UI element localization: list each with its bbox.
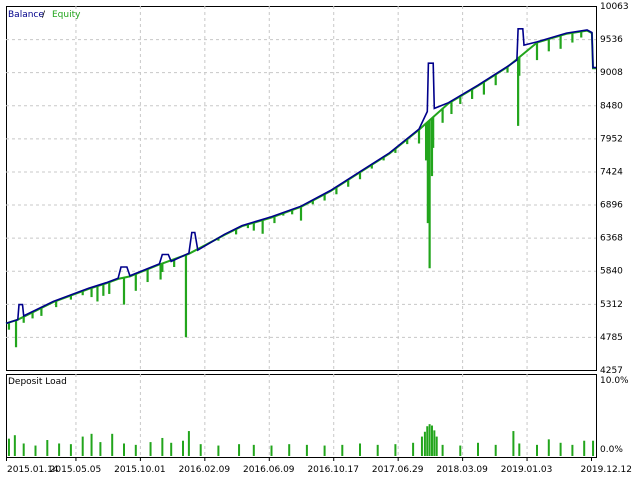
x-tick-label: 2017.06.29 (372, 465, 424, 475)
legend-equity: Equity (52, 10, 81, 20)
deposit-load-bar (441, 444, 444, 456)
x-tick-label: 2018.03.09 (436, 465, 488, 475)
deposit-load-bar (559, 442, 562, 456)
deposit-load-bar (423, 431, 426, 456)
deposit-load-bar (58, 443, 61, 456)
deposit-load-bar (376, 444, 379, 456)
y-tick-label: 9536 (600, 35, 623, 45)
deposit-load-bar (149, 442, 152, 456)
deposit-load-bar (394, 444, 397, 456)
deposit-load-bar (435, 436, 438, 456)
deposit-load-bar (341, 444, 344, 456)
y-tick-label: 4785 (600, 333, 623, 343)
deposit-load-bar (46, 440, 49, 456)
deposit-load-bar (13, 435, 16, 456)
legend-separator: / (42, 10, 46, 20)
deposit-load-bar (170, 442, 173, 456)
deposit-load-bar (420, 436, 423, 456)
y-tick-label: 8480 (600, 101, 623, 111)
legend-balance: Balance (8, 10, 44, 20)
x-tick-label: 2015.05.05 (50, 465, 102, 475)
deposit-load-bar (90, 433, 93, 456)
deposit-load-bar (34, 445, 37, 456)
deposit-load-bar (547, 439, 550, 456)
deposit-load-bar (518, 443, 521, 456)
deposit-load-bar (123, 443, 125, 456)
deposit-load-bar (134, 444, 137, 456)
deposit-load-bar (433, 430, 436, 456)
deposit-load-bar (270, 445, 273, 456)
deposit-load-bar (22, 443, 25, 456)
y-tick-label: 5312 (600, 300, 623, 310)
y-tick-label: 7952 (600, 134, 623, 144)
deposit-load-bar (69, 444, 72, 456)
deposit-load-bar (583, 440, 586, 456)
balance-equity-chart: 10063 9536 9008 8480 7952 7424 6896 6368 5840 531… (5, 2, 632, 475)
deposit-load-bar (512, 431, 515, 456)
y-tick-label: 4257 (600, 366, 623, 376)
deposit-load-bar (252, 444, 255, 456)
y-tick-label: 10063 (600, 2, 629, 12)
x-tick-label: 2016.06.09 (243, 465, 295, 475)
deposit-load-bar (477, 442, 479, 456)
x-tick-label: 2019.01.03 (501, 465, 553, 475)
deposit-load-bar (161, 437, 164, 456)
y-tick-label: 7424 (600, 167, 623, 177)
deposit-load-bar (217, 445, 220, 456)
deposit-load-frame (6, 374, 597, 458)
equity-line (5, 29, 596, 325)
x-tick-label: 2015.10.01 (114, 465, 166, 475)
deposit-load-bar (592, 440, 595, 456)
deposit-load-bar (238, 444, 241, 456)
y-tick-label: 9008 (600, 68, 623, 78)
deposit-load-bar (459, 445, 462, 456)
load-tick-label: 10.0% (600, 376, 629, 386)
deposit-load-bar (428, 424, 431, 456)
deposit-load-bar (412, 442, 415, 456)
load-tick-label: 0.0% (600, 445, 623, 455)
y-tick-label: 5840 (600, 267, 623, 277)
deposit-load-bar (7, 438, 10, 456)
deposit-load-bar (99, 442, 102, 456)
deposit-load-bar (288, 444, 291, 456)
deposit-load-bar (182, 440, 184, 456)
deposit-load-bar (187, 431, 190, 456)
deposit-load-bar (305, 444, 308, 456)
x-tick-label: 2019.12.12 (580, 465, 632, 475)
x-tick-label: 2016.10.17 (307, 465, 359, 475)
y-tick-label: 6896 (600, 201, 623, 211)
deposit-load-bar (323, 445, 326, 456)
deposit-load-bar (536, 444, 538, 456)
deposit-load-title: Deposit Load (8, 377, 67, 387)
deposit-load-bar (571, 444, 574, 456)
y-tick-label: 6368 (600, 234, 623, 244)
deposit-load-bar (430, 425, 433, 456)
deposit-load-bar (494, 444, 497, 456)
deposit-load-bar (199, 444, 202, 456)
deposit-load-bar (426, 426, 429, 456)
deposit-load-bar (81, 436, 84, 456)
x-tick-label: 2016.02.09 (179, 465, 231, 475)
deposit-load-bar (111, 433, 114, 456)
main-plot-frame (6, 6, 597, 371)
deposit-load-bar (359, 443, 361, 456)
chart-window: 10063 9536 9008 8480 7952 7424 6896 6368 5840 531… (0, 0, 640, 480)
